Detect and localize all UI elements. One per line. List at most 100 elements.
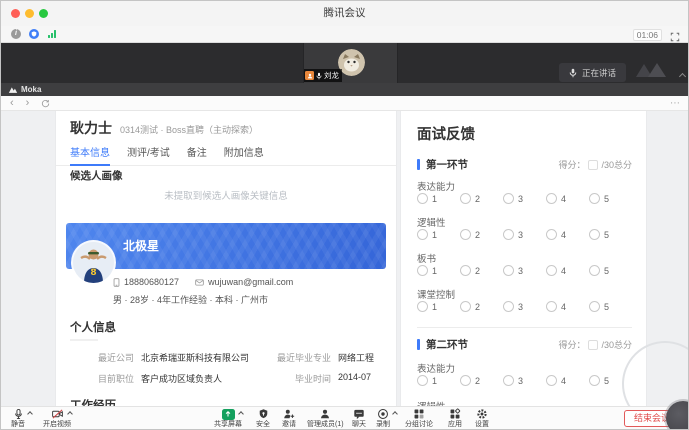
candidate-panel: 耿力士 0314测试 · Boss直聘（主动探索） 基本信息 测评/考试 备注 …: [56, 111, 396, 409]
moka-nav-bar: ‹ › ⋯: [1, 96, 688, 111]
mute-button[interactable]: 静音: [11, 408, 25, 429]
rating-radio[interactable]: 1: [417, 375, 460, 386]
members-button[interactable]: 管理成员(1): [307, 408, 344, 429]
rating-radio[interactable]: 4: [546, 265, 589, 276]
participant-name: 刘龙: [324, 70, 339, 81]
speaking-indicator: 正在讲话: [559, 63, 626, 82]
rating-radio[interactable]: 1: [417, 265, 460, 276]
personal-info-grid: 最近公司 北京希瑞亚斯科技有限公司 最近毕业专业 网络工程 目前职位 客户成功区…: [70, 351, 392, 393]
resume-banner: 北极星: [66, 223, 386, 269]
section-name: 第一环节: [426, 157, 468, 172]
chat-button[interactable]: 聊天: [352, 408, 366, 429]
security-button[interactable]: 安全: [256, 408, 270, 429]
radio-circle-icon: [589, 229, 600, 240]
rating-radio[interactable]: 5: [589, 193, 632, 204]
radio-circle-icon: [460, 301, 471, 312]
rating-radio[interactable]: 2: [460, 193, 503, 204]
rating-radio[interactable]: 3: [503, 375, 546, 386]
breakout-rooms-button[interactable]: 分组讨论: [405, 408, 433, 429]
apps-button[interactable]: 应用: [448, 408, 462, 429]
invite-person-icon: [283, 408, 295, 420]
field-value: 北京希瑞亚斯科技有限公司: [141, 351, 267, 364]
tab-notes[interactable]: 备注: [187, 141, 207, 166]
score-label: 得分：: [558, 158, 585, 171]
moka-titlebar: Moka: [1, 83, 688, 96]
feedback-section-header: 第二环节 得分： /30总分: [417, 337, 632, 352]
rating-radio[interactable]: 2: [460, 301, 503, 312]
rating-radio[interactable]: 4: [546, 229, 589, 240]
rating-scale: 12345: [417, 375, 632, 386]
settings-button[interactable]: 设置: [475, 408, 489, 429]
video-strip: 刘龙 正在讲话: [1, 43, 688, 83]
rating-radio[interactable]: 2: [460, 375, 503, 386]
tab-basic-info[interactable]: 基本信息: [70, 141, 110, 166]
rating-radio[interactable]: 3: [503, 265, 546, 276]
collapse-strip-icon[interactable]: [679, 73, 686, 80]
section-accent-bar: [417, 159, 420, 170]
rating-radio[interactable]: 1: [417, 193, 460, 204]
radio-circle-icon: [460, 375, 471, 386]
field-label: 最近公司: [70, 351, 134, 364]
participant-video-tile[interactable]: 刘龙: [303, 43, 398, 83]
start-video-button[interactable]: 开启视频: [43, 408, 71, 429]
candidate-source: 0314测试 · Boss直聘（主动探索）: [120, 123, 258, 136]
criterion-label: 逻辑性: [417, 215, 446, 229]
criterion-label: 表达能力: [417, 361, 455, 375]
radio-circle-icon: [546, 375, 557, 386]
tab-extra-info[interactable]: 附加信息: [224, 141, 264, 166]
share-screen-icon: [222, 409, 235, 420]
resume-summary: 男 · 28岁 · 4年工作经验 · 本科 · 广州市: [113, 293, 268, 306]
back-icon[interactable]: ‹: [10, 97, 14, 110]
tab-assessment[interactable]: 测评/考试: [127, 141, 170, 166]
chevron-up-icon[interactable]: [67, 411, 73, 417]
rating-radio[interactable]: 5: [589, 301, 632, 312]
score-input[interactable]: [588, 160, 598, 170]
rating-radio[interactable]: 3: [503, 301, 546, 312]
radio-circle-icon: [417, 229, 428, 240]
rating-radio[interactable]: 3: [503, 193, 546, 204]
participant-avatar: [338, 49, 365, 76]
score-input[interactable]: [588, 340, 598, 350]
more-icon[interactable]: ⋯: [670, 97, 680, 110]
shared-screen: Moka ‹ › ⋯ 耿力士 0314测试 · Boss直聘（主动探索） 基本信…: [1, 83, 688, 409]
chevron-up-icon[interactable]: [392, 411, 398, 417]
share-screen-button[interactable]: 共享屏幕: [214, 408, 242, 429]
camera-off-icon: [51, 408, 64, 420]
refresh-icon[interactable]: [41, 99, 50, 108]
rating-radio[interactable]: 1: [417, 301, 460, 312]
forward-icon[interactable]: ›: [26, 97, 30, 110]
candidate-tabs: 基本信息 测评/考试 备注 附加信息: [56, 141, 396, 166]
criterion-label: 板书: [417, 251, 436, 265]
field-label: 目前职位: [70, 372, 134, 385]
rating-radio[interactable]: 2: [460, 229, 503, 240]
chevron-up-icon[interactable]: [27, 411, 33, 417]
radio-circle-icon: [417, 265, 428, 276]
field-label: 最近毕业专业: [267, 351, 331, 364]
rating-radio[interactable]: 4: [546, 375, 589, 386]
meeting-toolbar: 静音 开启视频 共享屏幕: [1, 406, 688, 429]
field-value: 客户成功区域负责人: [141, 372, 267, 385]
rating-radio[interactable]: 4: [546, 193, 589, 204]
radio-circle-icon: [546, 193, 557, 204]
moka-app-name: Moka: [21, 85, 41, 94]
feedback-panel: 面试反馈 第一环节 得分： /30总分 表达能力 12345 逻辑性 12345…: [401, 111, 646, 409]
chevron-up-icon[interactable]: [238, 411, 244, 417]
rating-radio[interactable]: 2: [460, 265, 503, 276]
meeting-security-icon[interactable]: [29, 29, 39, 39]
personal-info-title: 个人信息: [70, 319, 116, 335]
radio-circle-icon: [503, 265, 514, 276]
rating-radio[interactable]: 1: [417, 229, 460, 240]
radio-circle-icon: [503, 375, 514, 386]
record-button[interactable]: 录制: [376, 408, 390, 429]
mic-on-icon: [316, 72, 322, 80]
record-icon: [377, 408, 389, 420]
section-name: 第二环节: [426, 337, 468, 352]
invite-button[interactable]: 邀请: [282, 408, 296, 429]
rating-radio[interactable]: 4: [546, 301, 589, 312]
rating-radio[interactable]: 3: [503, 229, 546, 240]
rating-radio[interactable]: 5: [589, 265, 632, 276]
rating-radio[interactable]: 5: [589, 229, 632, 240]
feedback-section-header: 第一环节 得分： /30总分: [417, 157, 632, 172]
radio-circle-icon: [503, 193, 514, 204]
meeting-info-icon[interactable]: i: [11, 29, 21, 39]
